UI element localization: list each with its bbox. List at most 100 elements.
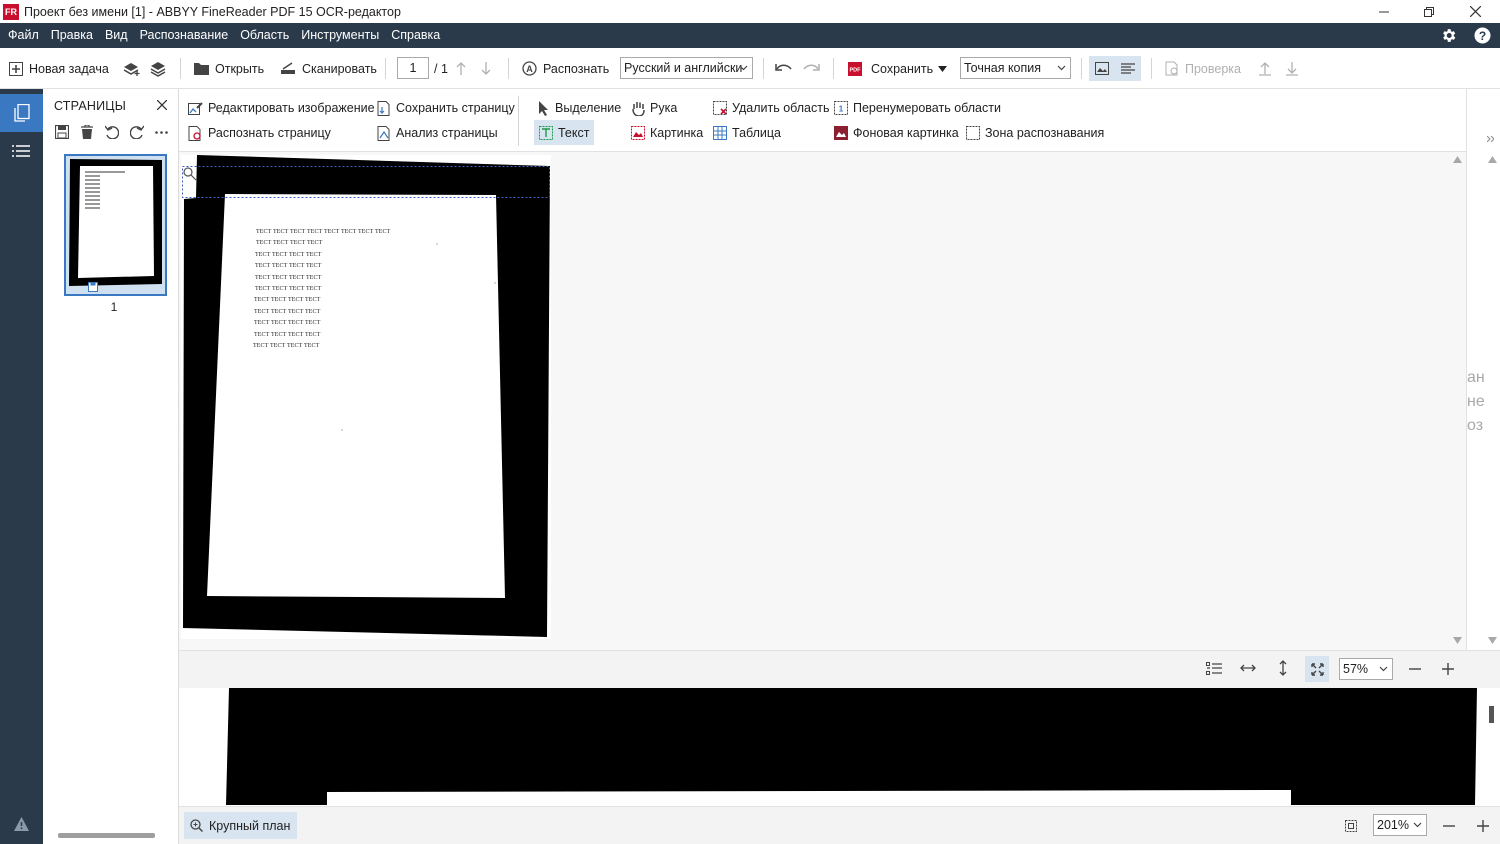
picture-tool-button[interactable]: Картинка	[631, 123, 703, 143]
text-tool-label: Текст	[558, 126, 590, 140]
analyze-page-button[interactable]: Анализ страницы	[377, 123, 498, 143]
closeup-toggle-button[interactable]: Крупный план	[184, 812, 298, 839]
hand-icon	[632, 101, 645, 116]
zoom-out-icon[interactable]	[1443, 825, 1455, 827]
open-label: Открыть	[215, 61, 265, 76]
prev-page-button[interactable]	[456, 48, 466, 89]
zoom-in-icon[interactable]	[1477, 820, 1489, 832]
delete-page-icon[interactable]	[81, 125, 93, 139]
scroll-down-icon[interactable]	[1488, 637, 1497, 644]
save-page-button[interactable]: Сохранить страницу	[377, 98, 515, 118]
layers-button[interactable]	[150, 48, 166, 89]
selection-tool-label: Выделение	[555, 101, 622, 115]
scroll-up-icon[interactable]	[1488, 156, 1497, 163]
pages-panel: СТРАНИЦЫ 1	[43, 89, 179, 844]
menu-help[interactable]: Справка	[385, 23, 446, 48]
recognize-icon: A	[522, 61, 537, 76]
verify-button[interactable]: Проверка	[1165, 48, 1241, 89]
structure-nav-button[interactable]	[12, 145, 30, 159]
table-tool-button[interactable]: Таблица	[713, 123, 781, 143]
menu-recognition[interactable]: Распознавание	[134, 23, 235, 48]
save-button[interactable]: PDF Сохранить	[848, 48, 933, 89]
delete-area-button[interactable]: Удалить область	[713, 98, 829, 118]
save-mode-select[interactable]: Точная копия	[960, 57, 1071, 79]
cursor-arrow-icon	[539, 100, 548, 116]
fit-page-button[interactable]	[1305, 656, 1329, 682]
background-picture-button[interactable]: Фоновая картинка	[834, 123, 959, 143]
doc-line: ТЕСТ ТЕСТ ТЕСТ ТЕСТ	[255, 286, 322, 293]
open-button[interactable]: Открыть	[194, 48, 264, 89]
title-bar: FR Проект без имени [1] - ABBYY FineRead…	[0, 0, 1500, 23]
rotate-left-icon[interactable]	[105, 125, 119, 139]
recognition-zone-button[interactable]: Зона распознавания	[966, 123, 1104, 143]
closeup-scrollbar-thumb[interactable]	[1489, 706, 1494, 723]
menu-edit[interactable]: Правка	[45, 23, 99, 48]
edit-image-button[interactable]: Редактировать изображение	[188, 98, 375, 118]
text-view-toggle[interactable]	[1115, 56, 1141, 81]
hand-tool-label: Рука	[650, 101, 678, 115]
redo-button[interactable]	[802, 48, 820, 89]
rotate-right-icon[interactable]	[130, 125, 144, 139]
page-thumbnail[interactable]	[64, 154, 167, 296]
zoom-in-icon[interactable]	[1442, 663, 1454, 675]
minimize-button[interactable]	[1361, 0, 1407, 23]
new-task-label: Новая задача	[29, 61, 109, 76]
picture-area-icon	[631, 126, 645, 140]
next-error-button[interactable]	[1285, 48, 1299, 89]
menu-area[interactable]: Область	[234, 23, 295, 48]
image-view-toggle[interactable]	[1089, 56, 1115, 81]
language-select[interactable]: Русский и английски	[620, 57, 753, 79]
fit-closeup-icon[interactable]	[1345, 820, 1357, 832]
warning-icon[interactable]	[14, 817, 29, 831]
scan-button[interactable]: Сканировать	[280, 48, 377, 89]
prev-error-button[interactable]	[1258, 48, 1272, 89]
expand-chevron-icon[interactable]	[1487, 136, 1494, 142]
zoom-out-icon[interactable]	[1409, 668, 1421, 670]
undo-button[interactable]	[775, 48, 793, 89]
scroll-up-icon[interactable]	[1453, 156, 1462, 163]
doc-line: ТЕСТ ТЕСТ ТЕСТ ТЕСТ	[254, 308, 321, 315]
closeup-zoom-select[interactable]: 201%	[1373, 814, 1427, 836]
panel-scrollbar[interactable]	[58, 833, 155, 838]
closeup-view[interactable]	[179, 688, 1500, 806]
fit-width-icon[interactable]	[1240, 663, 1256, 673]
menu-tools[interactable]: Инструменты	[295, 23, 385, 48]
closeup-bar: Крупный план 201%	[179, 806, 1500, 844]
selection-tool-button[interactable]: Выделение	[538, 98, 621, 118]
next-page-button[interactable]	[481, 48, 491, 89]
recognize-button[interactable]: A Распознать	[522, 48, 609, 89]
fit-height-icon[interactable]	[1278, 660, 1288, 676]
menu-view[interactable]: Вид	[99, 23, 134, 48]
chevron-down-icon	[1413, 822, 1422, 828]
more-options-icon[interactable]	[155, 131, 168, 134]
image-view-scrollbar[interactable]	[1449, 152, 1466, 650]
new-task-button[interactable]: Новая задача	[9, 48, 109, 89]
renumber-areas-button[interactable]: 1 Перенумеровать области	[834, 98, 1001, 118]
background-picture-icon	[834, 126, 848, 140]
image-view[interactable]: ТЕСТ ТЕСТ ТЕСТ ТЕСТ ТЕСТ ТЕСТ ТЕСТ ТЕСТ …	[179, 152, 1466, 650]
recognize-page-button[interactable]: Распознать страницу	[188, 123, 331, 143]
redo-icon	[803, 63, 820, 71]
text-pane-collapsed[interactable]: ан не оз	[1466, 89, 1500, 650]
help-icon[interactable]: ?	[1474, 27, 1491, 44]
page-number-input[interactable]: 1	[397, 57, 429, 79]
save-options-button[interactable]	[938, 48, 947, 89]
delete-area-label: Удалить область	[732, 101, 830, 115]
scroll-down-icon[interactable]	[1453, 637, 1462, 644]
add-layers-button[interactable]	[123, 48, 141, 89]
save-page-icon[interactable]	[55, 125, 69, 139]
pages-nav-button[interactable]	[0, 94, 43, 132]
hand-tool-button[interactable]: Рука	[631, 98, 677, 118]
layers-add-icon	[123, 62, 140, 76]
save-page-icon	[377, 100, 390, 116]
menu-file[interactable]: Файл	[0, 23, 45, 48]
view-options-icon[interactable]	[1206, 662, 1222, 676]
close-panel-icon[interactable]	[157, 100, 167, 110]
image-zoom-select[interactable]: 57%	[1339, 658, 1393, 680]
close-window-button[interactable]	[1452, 0, 1498, 23]
restore-button[interactable]	[1406, 0, 1452, 23]
page-total: / 1	[434, 48, 448, 89]
settings-gear-icon[interactable]	[1440, 27, 1457, 44]
analyze-page-icon	[377, 125, 390, 141]
text-tool-button[interactable]: Текст	[534, 120, 594, 145]
